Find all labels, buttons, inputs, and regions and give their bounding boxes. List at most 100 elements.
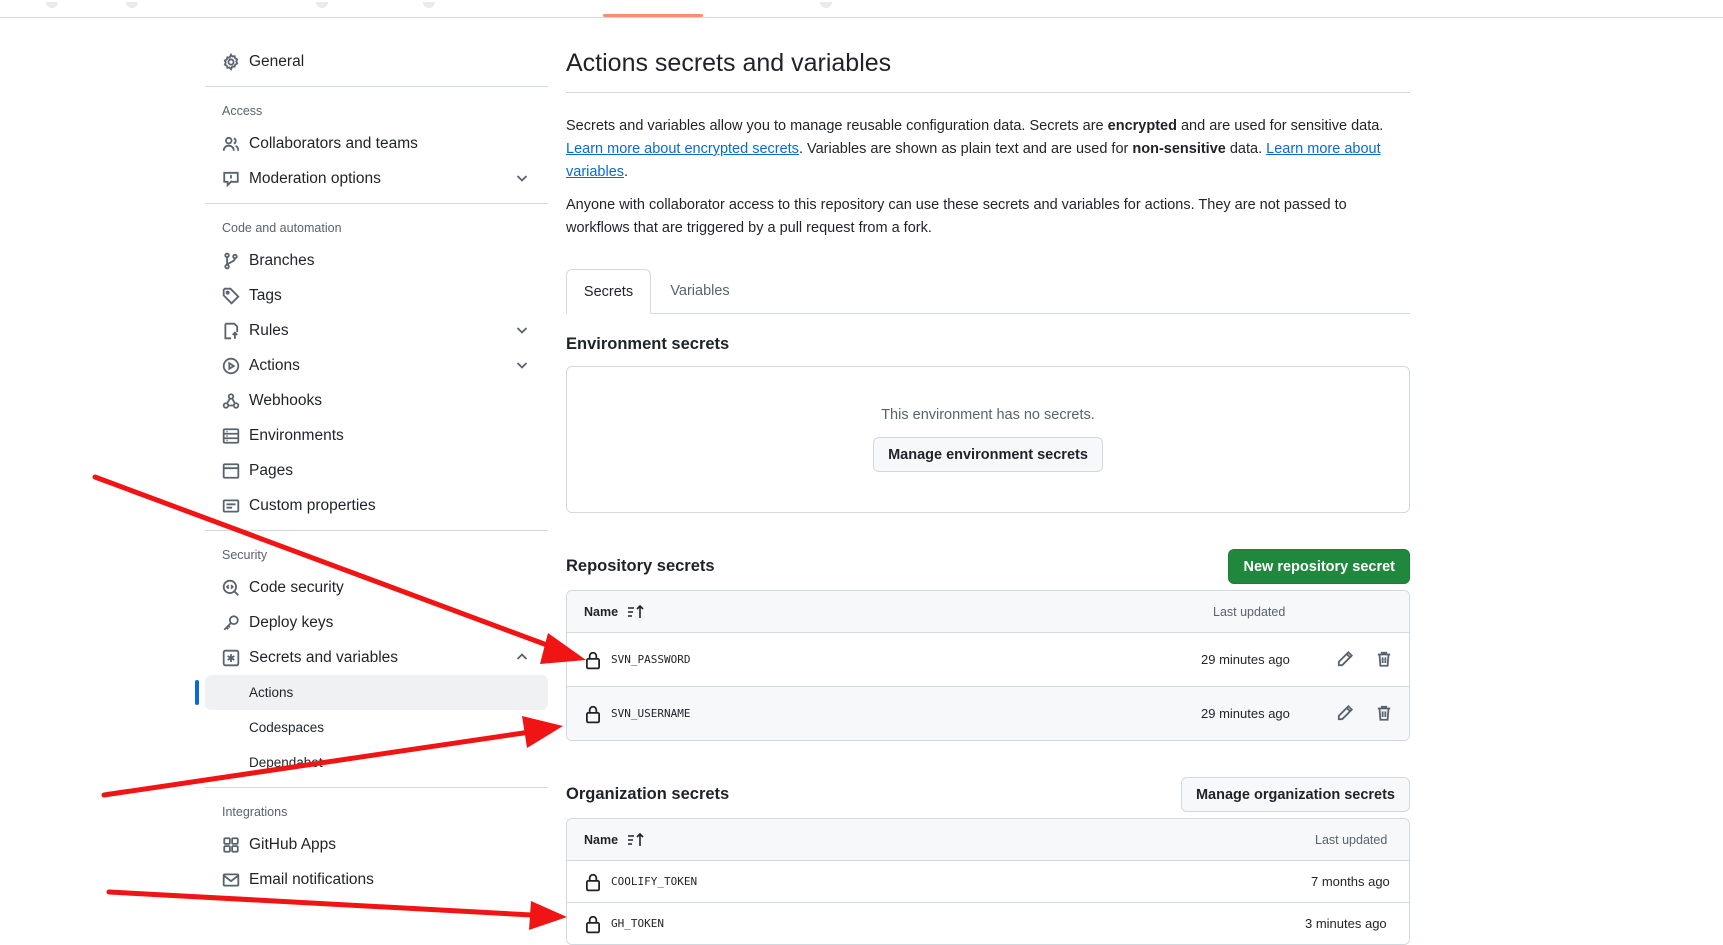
sidebar-item-label: Rules <box>249 321 289 339</box>
trash-icon[interactable] <box>1375 704 1395 724</box>
environment-empty-message: This environment has no secrets. <box>881 407 1095 423</box>
desc-text: data. <box>1225 141 1267 157</box>
name-column-header[interactable]: Name <box>584 832 646 848</box>
codescan-icon <box>222 579 240 597</box>
chevron-down-icon[interactable] <box>514 322 530 338</box>
collaborator-note: Anyone with collaborator access to this … <box>566 197 1347 236</box>
column-label: Name <box>584 604 619 619</box>
chevron-up-icon[interactable] <box>514 649 530 665</box>
sidebar-item-label: Custom properties <box>249 496 376 514</box>
table-row: SVN_USERNAME 29 minutes ago <box>567 687 1409 740</box>
note-icon <box>222 497 240 515</box>
manage-organization-secrets-button[interactable]: Manage organization secrets <box>1180 777 1410 812</box>
tab-secrets[interactable]: Secrets <box>566 269 651 314</box>
sidebar-item-branches[interactable]: Branches <box>205 243 548 278</box>
rules-icon <box>222 322 240 340</box>
sort-icon[interactable] <box>626 604 646 620</box>
sidebar-item-rules[interactable]: Rules <box>205 313 548 348</box>
sidebar-item-label: GitHub Apps <box>249 835 337 853</box>
sidebar-item-label: Deploy keys <box>249 613 334 631</box>
sidebar-item-custom-properties[interactable]: Custom properties <box>205 488 548 523</box>
sidebar-item-pages[interactable]: Pages <box>205 453 548 488</box>
desc-text: Secrets and variables allow you to manag… <box>566 118 1108 134</box>
sidebar-item-collaborators[interactable]: Collaborators and teams <box>205 126 548 161</box>
desc-bold-non-sensitive: non-sensitive <box>1132 141 1226 157</box>
settings-sidebar: General Access Collaborators and teams M… <box>195 44 548 897</box>
last-updated-column-header: Last updated <box>1213 604 1286 619</box>
sidebar-item-label: Environments <box>249 426 344 444</box>
desc-text: . Variables are shown as plain text and … <box>798 141 1133 157</box>
sidebar-subitem-actions[interactable]: Actions <box>195 675 548 710</box>
sidebar-item-label: Dependabot <box>249 755 323 770</box>
integrations-heading: Integrations <box>222 805 288 819</box>
sidebar-item-general[interactable]: General <box>205 44 548 79</box>
asterisk-icon <box>222 649 240 667</box>
organization-secrets-title: Organization secrets <box>566 785 730 803</box>
nav-icon-fragment <box>820 2 832 8</box>
organization-secrets-header: Organization secrets Manage organization… <box>566 777 1410 812</box>
table-row: SVN_PASSWORD 29 minutes ago <box>567 633 1409 687</box>
sidebar-item-email-notifications[interactable]: Email notifications <box>205 862 548 897</box>
play-icon <box>222 357 240 375</box>
divider <box>205 86 548 87</box>
learn-more-secrets-link[interactable]: Learn more about encrypted secrets <box>566 141 799 157</box>
sidebar-item-label: Moderation options <box>249 169 381 187</box>
sidebar-item-tags[interactable]: Tags <box>205 278 548 313</box>
secret-updated: 3 minutes ago <box>1305 916 1387 931</box>
sidebar-item-environments[interactable]: Environments <box>205 418 548 453</box>
nav-icon-fragment <box>423 2 435 8</box>
server-icon <box>222 427 240 445</box>
name-column-header[interactable]: Name <box>584 604 646 620</box>
environment-secrets-box: This environment has no secrets. Manage … <box>566 366 1410 513</box>
mail-icon <box>222 871 240 889</box>
sidebar-item-label: General <box>249 52 305 70</box>
desc-text: . <box>624 164 629 180</box>
sidebar-item-label: Codespaces <box>249 720 325 735</box>
trash-icon[interactable] <box>1375 650 1395 670</box>
sidebar-item-webhooks[interactable]: Webhooks <box>205 383 548 418</box>
manage-environment-secrets-button[interactable]: Manage environment secrets <box>873 437 1103 472</box>
gear-icon <box>222 52 240 71</box>
pencil-icon[interactable] <box>1336 650 1356 670</box>
sidebar-subitem-dependabot[interactable]: Dependabot <box>205 745 548 780</box>
settings-tab-underline[interactable] <box>603 14 703 17</box>
divider <box>205 530 548 531</box>
sidebar-item-moderation[interactable]: Moderation options <box>205 161 548 196</box>
sidebar-item-deploy-keys[interactable]: Deploy keys <box>205 605 548 640</box>
sort-icon[interactable] <box>626 832 646 848</box>
security-heading: Security <box>222 548 268 562</box>
sidebar-item-github-apps[interactable]: GitHub Apps <box>205 827 548 862</box>
page-title: Actions secrets and variables <box>566 44 1410 93</box>
sidebar-item-actions[interactable]: Actions <box>205 348 548 383</box>
pencil-icon[interactable] <box>1336 704 1356 724</box>
table-row: GH_TOKEN 3 minutes ago <box>567 903 1409 944</box>
table-header: Name Last updated <box>567 591 1409 633</box>
nav-icon-fragment <box>316 2 328 8</box>
apps-icon <box>222 836 240 854</box>
secret-name: SVN_PASSWORD <box>611 653 691 666</box>
sidebar-item-label: Code security <box>249 578 344 596</box>
webhook-icon <box>222 392 240 410</box>
secret-name: GH_TOKEN <box>611 917 664 930</box>
chevron-down-icon[interactable] <box>514 170 530 186</box>
tab-variables[interactable]: Variables <box>651 269 749 313</box>
last-updated-column-header: Last updated <box>1315 832 1388 847</box>
table-header: Name Last updated <box>567 819 1409 861</box>
column-label: Name <box>584 832 619 847</box>
nav-icon-fragment <box>126 2 138 8</box>
sidebar-item-label: Email notifications <box>249 870 374 888</box>
sidebar-item-secrets-and-variables[interactable]: Secrets and variables <box>205 640 548 675</box>
lock-icon <box>584 704 602 724</box>
divider <box>205 787 548 788</box>
sidebar-item-label: Actions <box>249 685 294 700</box>
secret-name: COOLIFY_TOKEN <box>611 875 698 888</box>
git-branch-icon <box>222 252 240 270</box>
sidebar-item-label: Collaborators and teams <box>249 134 418 152</box>
new-repository-secret-button[interactable]: New repository secret <box>1228 549 1410 584</box>
sidebar-subitem-codespaces[interactable]: Codespaces <box>205 710 548 745</box>
sidebar-item-code-security[interactable]: Code security <box>205 570 548 605</box>
lock-icon <box>584 872 602 892</box>
secret-updated: 29 minutes ago <box>1201 652 1290 667</box>
lock-icon <box>584 650 602 670</box>
chevron-down-icon[interactable] <box>514 357 530 373</box>
